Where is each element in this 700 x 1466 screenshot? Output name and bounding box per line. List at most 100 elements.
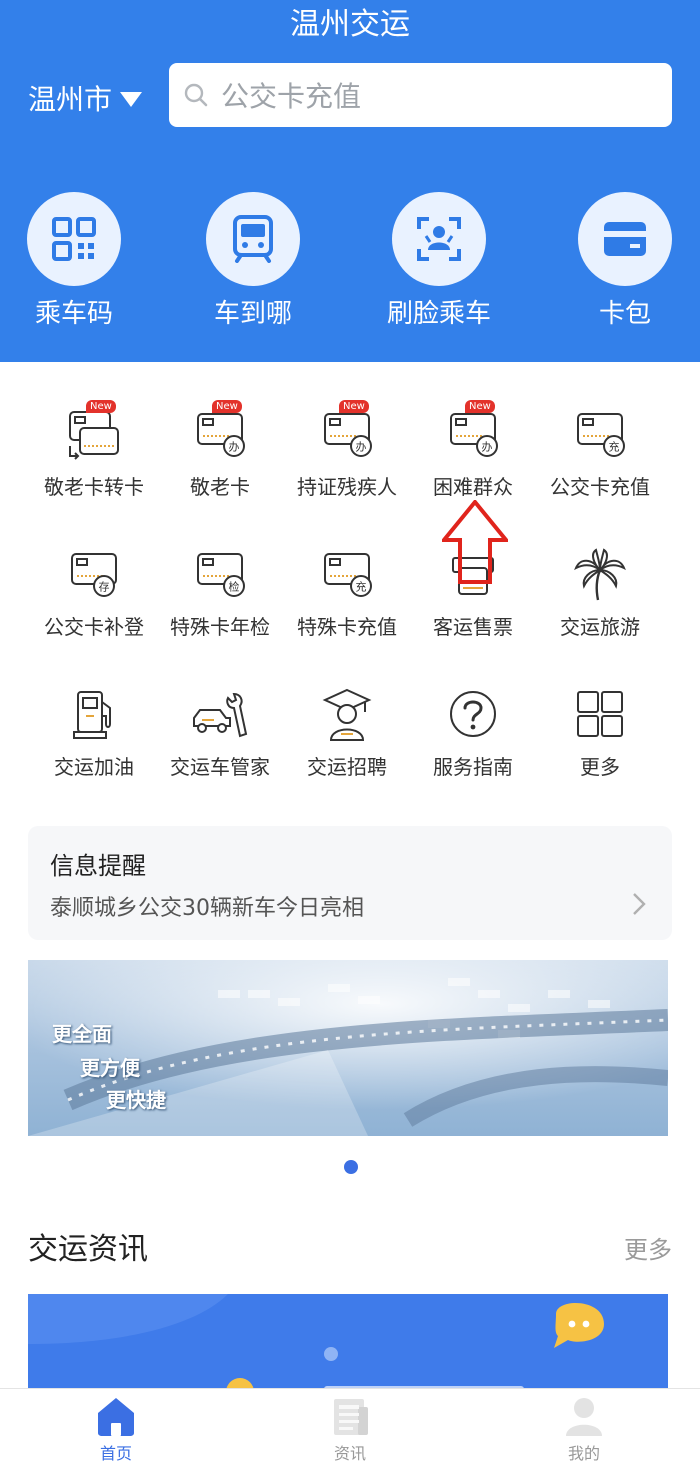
quick-action-face-pay[interactable]: 刷脸乘车 bbox=[384, 192, 494, 332]
service-senior-card[interactable]: 办 New 敬老卡 bbox=[150, 400, 290, 502]
card-mark: 充 bbox=[356, 580, 367, 594]
tab-label: 我的 bbox=[567, 1444, 600, 1463]
card-apply-icon: 办 bbox=[197, 413, 245, 457]
banner-slogan: 更快捷 bbox=[106, 1088, 166, 1112]
service-label: 持证残疾人 bbox=[297, 475, 397, 499]
card-apply-icon: 办 bbox=[324, 413, 372, 457]
service-label: 交运旅游 bbox=[560, 615, 640, 639]
service-label: 特殊卡年检 bbox=[170, 615, 270, 639]
service-label: 敬老卡 bbox=[190, 475, 250, 499]
service-more[interactable]: 更多 bbox=[530, 686, 670, 782]
service-low-income-card[interactable]: 办 New 困难群众 bbox=[403, 400, 543, 502]
city-selector[interactable]: 温州市 bbox=[28, 78, 143, 118]
search-icon bbox=[184, 83, 208, 107]
graduate-icon bbox=[322, 688, 372, 741]
service-label: 困难群众 bbox=[433, 475, 513, 499]
quick-action-label: 车到哪 bbox=[213, 299, 292, 329]
question-icon bbox=[450, 691, 496, 737]
banner-slogan: 更全面 bbox=[52, 1022, 112, 1046]
face-scan-icon bbox=[417, 217, 461, 261]
notice-title: 信息提醒 bbox=[50, 852, 146, 880]
card-recharge-icon: 充 bbox=[577, 413, 625, 457]
home-icon bbox=[98, 1398, 134, 1436]
service-label: 公交卡充值 bbox=[550, 475, 650, 499]
tab-news[interactable]: 资讯 bbox=[290, 1395, 410, 1465]
banner-slogan: 更方便 bbox=[80, 1056, 140, 1080]
service-special-card-inspection[interactable]: 检 特殊卡年检 bbox=[150, 546, 290, 642]
new-badge: New bbox=[339, 400, 369, 413]
service-label: 交运车管家 bbox=[170, 755, 270, 779]
quick-action-circle bbox=[392, 192, 486, 286]
service-label: 交运招聘 bbox=[307, 755, 387, 779]
service-label: 特殊卡充值 bbox=[297, 615, 397, 639]
quick-action-card-wallet[interactable]: 卡包 bbox=[570, 192, 680, 332]
card-mark: 检 bbox=[229, 580, 240, 594]
search-placeholder: 公交卡充值 bbox=[221, 80, 362, 113]
chevron-right-icon bbox=[633, 893, 646, 915]
card-mark: 办 bbox=[229, 441, 240, 454]
service-label: 更多 bbox=[580, 755, 620, 779]
tab-label: 首页 bbox=[99, 1444, 132, 1463]
card-inspect-icon: 检 bbox=[197, 553, 245, 597]
tab-mine[interactable]: 我的 bbox=[524, 1395, 644, 1465]
service-bus-card-deposit[interactable]: 存 公交卡补登 bbox=[24, 546, 164, 642]
new-badge: New bbox=[86, 400, 116, 413]
notice-text: 泰顺城乡公交30辆新车今日亮相 bbox=[50, 896, 364, 921]
service-travel[interactable]: 交运旅游 bbox=[530, 546, 670, 642]
quick-action-label: 卡包 bbox=[598, 299, 651, 329]
quick-action-circle bbox=[578, 192, 672, 286]
service-car-manager[interactable]: 交运车管家 bbox=[150, 686, 290, 782]
app-title: 温州交运 bbox=[290, 7, 410, 42]
service-special-card-recharge[interactable]: 充 特殊卡充值 bbox=[277, 546, 417, 642]
person-icon bbox=[566, 1398, 602, 1436]
new-badge: New bbox=[465, 400, 495, 413]
palm-tree-icon bbox=[574, 548, 626, 601]
news-card[interactable] bbox=[28, 1294, 668, 1394]
tab-label: 资讯 bbox=[333, 1444, 366, 1463]
service-fuel[interactable]: 交运加油 bbox=[24, 686, 164, 782]
card-deposit-icon: 存 bbox=[71, 553, 117, 597]
car-wrench-icon bbox=[193, 692, 248, 738]
card-mark: 办 bbox=[356, 441, 367, 454]
news-more-link[interactable]: 更多 bbox=[624, 1230, 672, 1265]
carousel-indicator[interactable] bbox=[344, 1160, 358, 1174]
card-mark: 办 bbox=[482, 441, 493, 454]
new-badge: New bbox=[212, 400, 242, 413]
header-panel: 温州交运 温州市 公交卡充值 乘车码 车到哪 刷脸乘车 卡包 bbox=[0, 0, 700, 362]
service-bus-card-recharge[interactable]: 充 公交卡充值 bbox=[530, 406, 670, 502]
card-wallet-icon bbox=[604, 222, 646, 256]
card-mark: 存 bbox=[99, 580, 110, 594]
news-icon bbox=[334, 1399, 368, 1435]
quick-action-bus-location[interactable]: 车到哪 bbox=[198, 192, 308, 332]
news-section-title: 交运资讯 bbox=[28, 1232, 148, 1267]
grid-icon bbox=[577, 691, 623, 737]
service-label: 敬老卡转卡 bbox=[44, 475, 144, 499]
card-apply-icon: 办 bbox=[450, 413, 498, 457]
tab-home[interactable]: 首页 bbox=[56, 1395, 176, 1465]
service-label: 服务指南 bbox=[433, 755, 513, 779]
service-recruitment[interactable]: 交运招聘 bbox=[277, 686, 417, 782]
city-label: 温州市 bbox=[28, 83, 113, 116]
up-arrow-annotation-icon bbox=[442, 500, 508, 584]
quick-action-circle bbox=[27, 192, 121, 286]
service-label: 公交卡补登 bbox=[44, 615, 144, 639]
search-bar[interactable]: 公交卡充值 bbox=[169, 63, 672, 127]
bus-front-icon bbox=[233, 215, 273, 263]
quick-action-circle bbox=[206, 192, 300, 286]
fuel-pump-icon bbox=[73, 691, 111, 739]
info-reminder-card[interactable]: 信息提醒 泰顺城乡公交30辆新车今日亮相 bbox=[28, 826, 672, 940]
service-label: 客运售票 bbox=[433, 615, 513, 639]
service-disability-card[interactable]: 办 New 持证残疾人 bbox=[277, 400, 417, 502]
caret-down-icon bbox=[120, 91, 143, 107]
service-senior-card-transfer[interactable]: New 敬老卡转卡 bbox=[24, 400, 164, 502]
card-mark: 充 bbox=[609, 440, 620, 454]
quick-action-label: 乘车码 bbox=[34, 299, 113, 329]
bottom-tab-bar: 首页 资讯 我的 bbox=[0, 1388, 700, 1466]
card-recharge-icon: 充 bbox=[324, 553, 372, 597]
promo-banner[interactable]: 更全面 更方便 更快捷 bbox=[28, 960, 668, 1136]
news-illustration bbox=[28, 1294, 604, 1394]
qr-code-icon bbox=[52, 217, 96, 261]
quick-action-ride-code[interactable]: 乘车码 bbox=[19, 192, 129, 332]
card-transfer-icon bbox=[69, 411, 119, 460]
service-guide[interactable]: 服务指南 bbox=[403, 686, 543, 782]
